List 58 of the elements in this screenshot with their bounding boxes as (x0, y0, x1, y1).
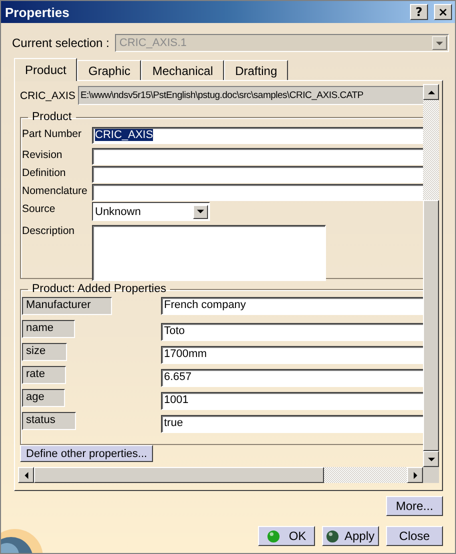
scroll-thumb[interactable] (34, 467, 324, 483)
close-button[interactable]: × (434, 4, 452, 20)
help-button[interactable]: ? (410, 4, 428, 20)
scroll-thumb[interactable] (423, 200, 439, 451)
text-field[interactable] (92, 184, 423, 201)
apply-button[interactable]: Apply (322, 526, 379, 546)
property-name: size (22, 343, 67, 361)
property-name: Manufacturer (22, 297, 112, 315)
path-label: CRIC_AXIS (20, 90, 76, 102)
property-value-field[interactable]: Toto (161, 323, 423, 341)
property-name: name (22, 320, 75, 338)
scroll-left-button[interactable] (18, 467, 34, 483)
property-value-field[interactable]: true (161, 415, 423, 433)
scrollbar-corner (423, 467, 439, 483)
property-name: age (22, 389, 66, 407)
close-button[interactable]: Close (386, 526, 443, 546)
tab[interactable]: Product (14, 58, 78, 81)
scroll-right-button[interactable] (407, 467, 423, 483)
define-properties-button[interactable]: Define other properties... (20, 445, 154, 462)
property-value-field[interactable]: French company (161, 297, 423, 315)
field-label: Nomenclature (22, 184, 88, 197)
field-label: Revision (22, 148, 64, 161)
field-label: Definition (22, 166, 67, 179)
field-label: Source (22, 202, 56, 215)
vertical-scrollbar[interactable] (423, 84, 439, 467)
property-name: status (22, 412, 76, 430)
property-value-field[interactable]: 6.657 (161, 369, 423, 387)
tab[interactable]: Mechanical (141, 60, 224, 80)
tab[interactable]: Graphic (77, 60, 142, 80)
source-dropdown[interactable]: Unknown (92, 202, 210, 221)
selection-label: Current selection : (12, 36, 110, 50)
text-field[interactable]: CRIC_AXIS (92, 127, 423, 144)
right-arrow-icon (412, 472, 418, 478)
path-field: E:\www\ndsv5r15\PstEnglish\pstug.doc\src\samples\CRIC_AXIS.CATP (78, 86, 423, 105)
down-arrow-icon (428, 456, 434, 462)
up-arrow-icon (428, 88, 434, 96)
down-arrow-icon (436, 40, 444, 46)
ok-button[interactable]: OK (258, 526, 315, 546)
scroll-up-button[interactable] (423, 84, 439, 100)
horizontal-scrollbar[interactable] (18, 467, 423, 483)
down-arrow-icon (197, 208, 204, 215)
text-field[interactable] (92, 148, 423, 165)
scroll-down-button[interactable] (423, 451, 439, 467)
field-label: Description (22, 224, 76, 237)
property-value-field[interactable]: 1001 (161, 392, 423, 410)
ball-icon (266, 530, 280, 542)
description-field[interactable] (92, 225, 326, 281)
tab[interactable]: Drafting (224, 60, 288, 80)
left-arrow-icon (22, 472, 30, 478)
text-field[interactable] (92, 166, 423, 183)
group-title: Product (31, 111, 73, 123)
property-value-field[interactable]: 1700mm (161, 346, 423, 364)
more-button[interactable]: More... (386, 496, 443, 516)
group-title: Product: Added Properties (31, 283, 168, 295)
field-label: Part Number (22, 127, 83, 140)
ball-icon (326, 530, 340, 542)
property-name: rate (22, 366, 66, 384)
window-title: Properties (5, 4, 70, 20)
